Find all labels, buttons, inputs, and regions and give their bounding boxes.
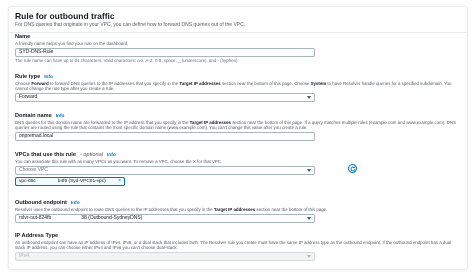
name-field: Name A friendly name helps you find your… — [15, 34, 461, 64]
panel-title: Rule for outbound traffic — [15, 11, 115, 21]
rule-type-info-link[interactable]: Info — [44, 74, 53, 81]
name-description: A friendly name helps you find your rule… — [15, 41, 129, 46]
name-input[interactable]: SYD-DNS-Rule — [15, 47, 315, 57]
refresh-button[interactable] — [348, 164, 357, 173]
chevron-down-icon — [307, 255, 311, 259]
name-constraint: The rule name can have up to 64 characte… — [15, 57, 238, 63]
domain-name-value: onpremad.local — [19, 133, 54, 140]
outbound-rule-panel: Rule for outbound traffic For DNS querie… — [8, 6, 468, 270]
panel-header: Rule for outbound traffic For DNS querie… — [15, 11, 461, 29]
chevron-down-icon — [307, 216, 311, 220]
domain-name-field: Domain name Info DNS queries for this do… — [15, 113, 461, 142]
refresh-icon — [350, 165, 355, 171]
ip-address-type-description: An outbound endpoint can have an IP addr… — [15, 240, 452, 251]
rule-type-field: Rule type Info Choose Forward to forward… — [15, 74, 461, 103]
chevron-down-icon — [307, 96, 311, 100]
close-icon[interactable]: × — [118, 178, 121, 184]
vpcs-label: VPCs that use this rule — [15, 152, 76, 158]
name-label: Name — [15, 34, 31, 40]
outbound-endpoint-select[interactable]: rslvr-out-824fb 38 (Outbound-SydneyDNS) — [15, 213, 315, 223]
vpcs-field: VPCs that use this rule - optional Info … — [15, 152, 461, 186]
panel-subtitle: For DNS queries that originate in your V… — [15, 22, 246, 28]
vpc-select-placeholder: Choose VPC — [19, 166, 48, 173]
ip-address-type-field: IP Address Type An outbound endpoint can… — [15, 233, 461, 262]
vpc-token: vpc-05c b4f9 (Syd-VPC01-vpc) × — [15, 176, 125, 186]
domain-name-description: DNS queries for this domain name are for… — [15, 120, 456, 131]
vpcs-optional-tag: - optional — [79, 152, 103, 158]
outbound-endpoint-value: rslvr-out-824fb 38 (Outbound-SydneyDNS) — [19, 214, 143, 221]
outbound-endpoint-field: Outbound endpoint Info Resolver uses the… — [15, 200, 461, 223]
outbound-endpoint-label: Outbound endpoint — [15, 200, 67, 206]
vpc-select[interactable]: Choose VPC — [15, 165, 315, 175]
domain-name-input[interactable]: onpremad.local — [15, 132, 315, 142]
outbound-endpoint-info-link[interactable]: Info — [71, 200, 80, 207]
header-divider — [9, 32, 467, 33]
vpcs-info-link[interactable]: Info — [107, 152, 116, 159]
ip-address-type-label: IP Address Type — [15, 233, 59, 239]
vpc-token-label: vpc-05c b4f9 (Syd-VPC01-vpc) — [19, 178, 106, 184]
name-input-value: SYD-DNS-Rule — [19, 48, 54, 55]
ip-address-type-select: IPv4 — [15, 252, 315, 262]
rule-type-value: Forward — [19, 94, 38, 101]
rule-type-description: Choose Forward to forward DNS queries to… — [15, 81, 452, 92]
chevron-down-icon — [307, 168, 311, 172]
outbound-endpoint-description: Resolver uses the outbound endpoint to r… — [15, 207, 328, 212]
vpc-token-row: vpc-05c b4f9 (Syd-VPC01-vpc) × — [15, 176, 461, 186]
domain-name-info-link[interactable]: Info — [56, 113, 65, 120]
rule-type-label: Rule type — [15, 74, 41, 80]
ip-address-type-value: IPv4 — [19, 253, 30, 260]
vpcs-description: You can associate this rule with as many… — [15, 159, 223, 164]
rule-type-select[interactable]: Forward — [15, 93, 315, 103]
domain-name-label: Domain name — [15, 113, 52, 119]
